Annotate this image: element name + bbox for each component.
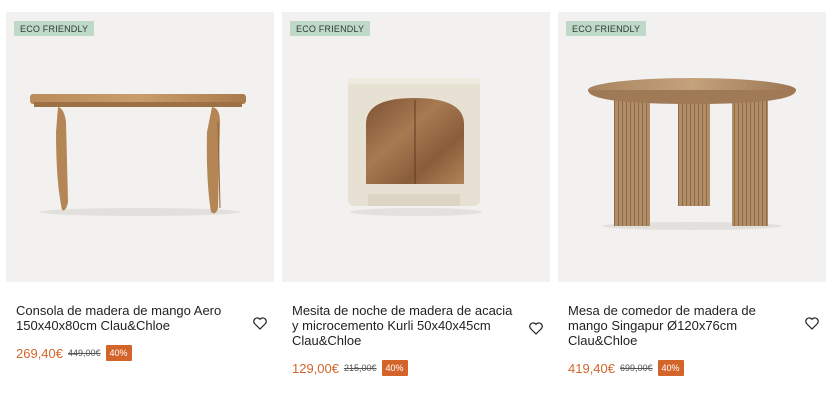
product-card[interactable]: ECO FRIENDLY Mesita de noche de madera d… [282,12,550,376]
product-title[interactable]: Mesa de comedor de madera de mango Singa… [568,303,790,348]
product-title[interactable]: Consola de madera de mango Aero 150x40x8… [16,303,238,333]
heart-icon[interactable] [252,315,268,331]
dining-table-image [588,78,796,230]
product-card[interactable]: ECO FRIENDLY Mesa de comedor de madera d… [558,12,826,376]
nightstand-image [348,78,482,216]
heart-icon[interactable] [528,320,544,336]
original-price: 449,00€ [68,348,101,358]
product-image[interactable]: ECO FRIENDLY [282,12,550,282]
sale-price: 419,40€ [568,360,615,376]
console-table-image [30,94,246,216]
product-title[interactable]: Mesita de noche de madera de acacia y mi… [292,303,514,348]
original-price: 699,00€ [620,363,653,373]
original-price: 215,00€ [344,363,377,373]
sale-price: 129,00€ [292,360,339,376]
eco-friendly-badge: ECO FRIENDLY [14,21,95,36]
discount-badge: 40% [657,360,684,376]
product-image[interactable]: ECO FRIENDLY [6,12,274,282]
discount-badge: 40% [105,345,132,361]
product-card[interactable]: ECO FRIENDLY Consola de madera de mango … [6,12,274,361]
heart-icon[interactable] [804,315,820,331]
eco-friendly-badge: ECO FRIENDLY [566,21,647,36]
sale-price: 269,40€ [16,345,63,361]
discount-badge: 40% [381,360,408,376]
product-image[interactable]: ECO FRIENDLY [558,12,826,282]
eco-friendly-badge: ECO FRIENDLY [290,21,371,36]
